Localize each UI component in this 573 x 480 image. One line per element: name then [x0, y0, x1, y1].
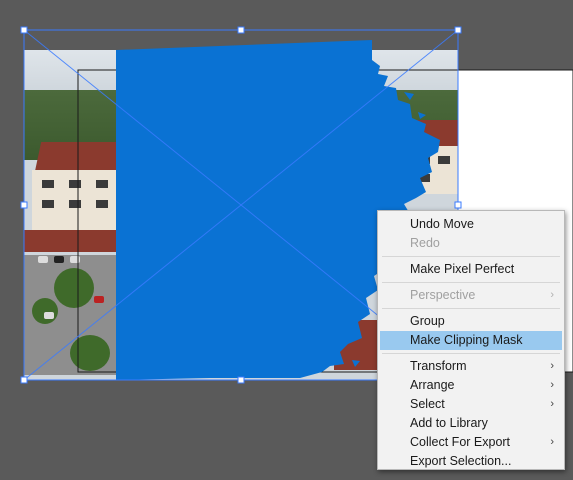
- menu-item-undo-move[interactable]: Undo Move: [380, 215, 562, 234]
- menu-item-arrange[interactable]: Arrange ›: [380, 376, 562, 395]
- chevron-right-icon: ›: [550, 398, 554, 410]
- menu-item-export-selection[interactable]: Export Selection...: [380, 452, 562, 471]
- menu-item-label: Transform: [410, 359, 467, 373]
- chevron-right-icon: ›: [550, 360, 554, 372]
- menu-item-group[interactable]: Group: [380, 312, 562, 331]
- menu-divider: [382, 353, 560, 354]
- menu-item-add-to-library[interactable]: Add to Library: [380, 414, 562, 433]
- photo-palm: [70, 335, 110, 371]
- menu-item-label: Arrange: [410, 378, 455, 392]
- menu-item-make-clipping-mask[interactable]: Make Clipping Mask: [380, 331, 562, 350]
- menu-item-redo: Redo: [380, 234, 562, 253]
- menu-item-label: Add to Library: [410, 416, 488, 430]
- menu-divider: [382, 308, 560, 309]
- menu-item-label: Undo Move: [410, 217, 474, 231]
- menu-item-transform[interactable]: Transform ›: [380, 357, 562, 376]
- menu-item-label: Perspective: [410, 288, 476, 302]
- context-menu: Undo Move Redo Make Pixel Perfect Perspe…: [377, 210, 565, 470]
- chevron-right-icon: ›: [550, 436, 554, 448]
- photo-palm: [32, 298, 58, 324]
- menu-item-label: Redo: [410, 236, 440, 250]
- menu-item-collect-for-export[interactable]: Collect For Export ›: [380, 433, 562, 452]
- chevron-right-icon: ›: [550, 289, 554, 301]
- menu-item-label: Collect For Export: [410, 435, 511, 449]
- menu-item-label: Export Selection...: [410, 454, 512, 468]
- photo-building: [408, 146, 458, 194]
- menu-item-label: Make Pixel Perfect: [410, 262, 515, 276]
- menu-divider: [382, 282, 560, 283]
- photo-roof: [34, 142, 138, 172]
- menu-item-select[interactable]: Select ›: [380, 395, 562, 414]
- menu-item-make-pixel-perfect[interactable]: Make Pixel Perfect: [380, 260, 562, 279]
- menu-item-label: Select: [410, 397, 445, 411]
- chevron-right-icon: ›: [550, 379, 554, 391]
- photo-roof: [24, 230, 124, 252]
- menu-item-label: Group: [410, 314, 445, 328]
- photo-roof: [404, 120, 458, 148]
- menu-item-perspective: Perspective ›: [380, 286, 562, 305]
- photo-palm: [54, 268, 94, 308]
- menu-divider: [382, 256, 560, 257]
- menu-item-label: Make Clipping Mask: [410, 333, 523, 347]
